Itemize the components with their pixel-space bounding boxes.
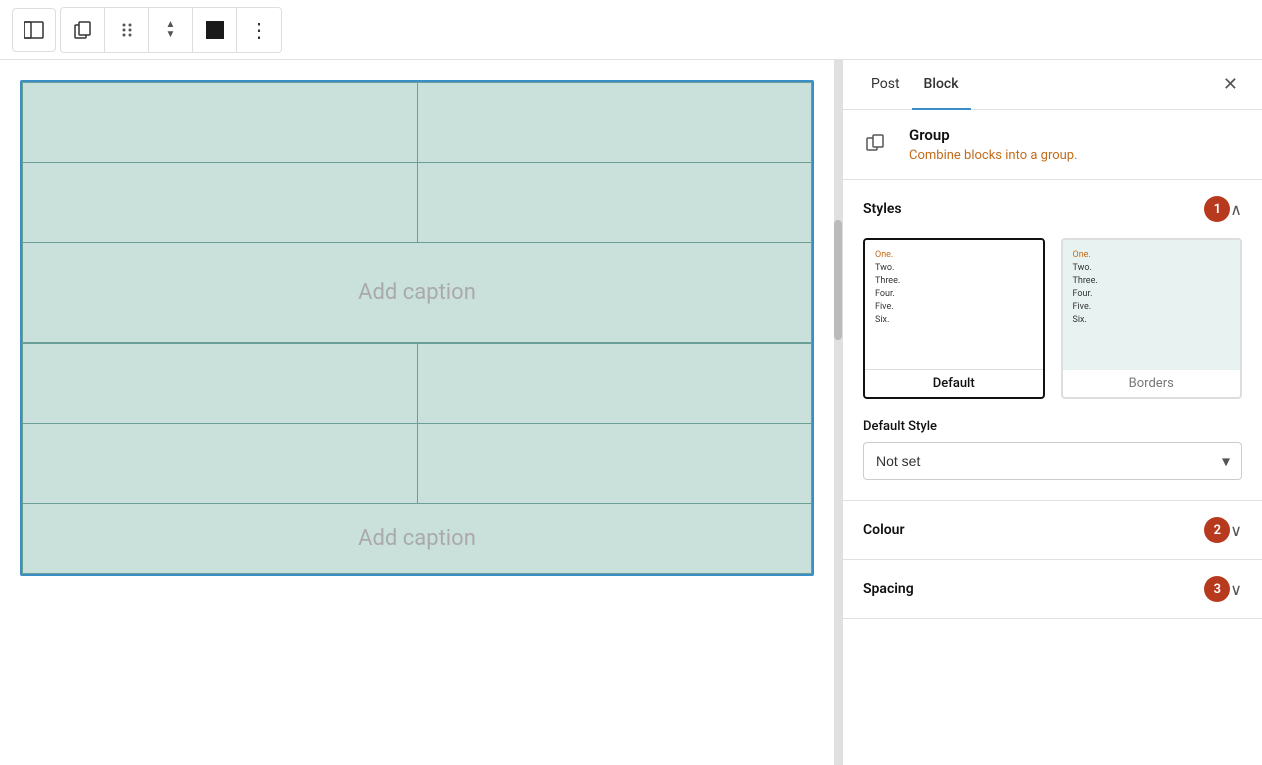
preview-item-b1: One. [1073, 250, 1231, 260]
table-cell[interactable] [23, 163, 418, 243]
preview-item-b6: Six. [1073, 315, 1231, 325]
preview-item-1: One. [875, 250, 1033, 260]
table-row [23, 163, 812, 243]
main-area: Add caption [0, 60, 1262, 765]
spacing-chevron-icon: ∨ [1230, 580, 1242, 599]
block-color-button[interactable] [193, 8, 237, 52]
table-row [23, 424, 812, 504]
more-options-button[interactable]: ⋮ [237, 8, 281, 52]
group-icon [863, 128, 895, 160]
duplicate-button[interactable] [61, 8, 105, 52]
table-row [23, 344, 812, 424]
styles-section-body: One. Two. Three. Four. Five. Six. Defaul… [843, 238, 1262, 500]
tab-block[interactable]: Block [912, 60, 971, 110]
caption-cell-bottom[interactable]: Add caption [23, 504, 812, 574]
preview-item-b4: Four. [1073, 289, 1231, 299]
style-card-borders[interactable]: One. Two. Three. Four. Five. Six. Border… [1061, 238, 1243, 399]
color-swatch-icon [206, 21, 224, 39]
colour-section-header[interactable]: Colour 2 ∨ [843, 501, 1262, 559]
table-cell[interactable] [417, 163, 812, 243]
style-cards-container: One. Two. Three. Four. Five. Six. Defaul… [863, 238, 1242, 399]
toggle-sidebar-button[interactable] [12, 8, 56, 52]
right-panel: Post Block ✕ Group Combine blocks into a… [842, 60, 1262, 765]
up-arrow-icon: ▲ [166, 20, 176, 30]
scrollbar-thumb[interactable] [834, 220, 842, 340]
default-style-select[interactable]: Not set Default Borders [863, 442, 1242, 480]
table-cell[interactable] [417, 344, 812, 424]
block-description: Combine blocks into a group. [909, 148, 1078, 163]
close-icon: ✕ [1223, 74, 1238, 95]
style-card-default-label: Default [865, 370, 1043, 397]
panel-close-button[interactable]: ✕ [1215, 66, 1246, 103]
caption-row-top: Add caption [23, 243, 812, 343]
preview-item-b5: Five. [1073, 302, 1231, 312]
move-up-down-button[interactable]: ▲ ▼ [149, 8, 193, 52]
styles-chevron-icon: ∧ [1230, 200, 1242, 219]
table-cell[interactable] [23, 424, 418, 504]
table-cell[interactable] [23, 83, 418, 163]
caption-placeholder-top: Add caption [358, 280, 476, 305]
spacing-section: Spacing 3 ∨ [843, 560, 1262, 619]
styles-section-header[interactable]: Styles 1 ∧ [843, 180, 1262, 238]
table-block-top: Add caption [22, 82, 812, 343]
default-style-select-wrapper: Not set Default Borders [863, 442, 1242, 480]
style-card-borders-preview: One. Two. Three. Four. Five. Six. [1063, 240, 1241, 370]
spacing-badge: 3 [1204, 576, 1230, 602]
block-wrapper: Add caption [20, 80, 814, 576]
preview-item-b2: Two. [1073, 263, 1231, 273]
panel-tabs: Post Block ✕ [843, 60, 1262, 110]
caption-cell-top[interactable]: Add caption [23, 243, 812, 343]
preview-item-2: Two. [875, 263, 1033, 273]
default-style-label: Default Style [863, 419, 1242, 434]
caption-row-bottom: Add caption [23, 504, 812, 574]
style-card-default[interactable]: One. Two. Three. Four. Five. Six. Defaul… [863, 238, 1045, 399]
block-info: Group Combine blocks into a group. [909, 126, 1078, 163]
styles-section-title: Styles [863, 201, 1196, 217]
style-card-borders-label: Borders [1063, 370, 1241, 397]
table-row [23, 83, 812, 163]
spacing-section-header[interactable]: Spacing 3 ∨ [843, 560, 1262, 618]
tab-post-label: Post [871, 76, 900, 92]
colour-chevron-icon: ∨ [1230, 521, 1242, 540]
block-name: Group [909, 126, 1078, 144]
caption-placeholder-bottom: Add caption [358, 526, 476, 551]
tab-block-label: Block [924, 76, 959, 92]
preview-item-5: Five. [875, 302, 1033, 312]
toolbar: ▲ ▼ ⋮ [0, 0, 1262, 60]
styles-badge: 1 [1204, 196, 1230, 222]
colour-section: Colour 2 ∨ [843, 501, 1262, 560]
spacing-section-title: Spacing [863, 581, 1196, 597]
table-cell[interactable] [417, 424, 812, 504]
block-header: Group Combine blocks into a group. [843, 110, 1262, 180]
table-cell[interactable] [23, 344, 418, 424]
colour-section-title: Colour [863, 522, 1196, 538]
style-card-default-preview: One. Two. Three. Four. Five. Six. [865, 240, 1043, 370]
scrollbar-track[interactable] [834, 60, 842, 765]
preview-item-6: Six. [875, 315, 1033, 325]
colour-badge: 2 [1204, 517, 1230, 543]
block-controls: ▲ ▼ ⋮ [60, 7, 282, 53]
table-block-bottom: Add caption [22, 343, 812, 574]
table-cell[interactable] [417, 83, 812, 163]
drag-handle[interactable] [105, 8, 149, 52]
preview-item-4: Four. [875, 289, 1033, 299]
styles-section: Styles 1 ∧ One. Two. Three. Four. Five. [843, 180, 1262, 501]
tab-post[interactable]: Post [859, 60, 912, 110]
down-arrow-icon: ▼ [166, 30, 176, 40]
preview-item-3: Three. [875, 276, 1033, 286]
preview-item-b3: Three. [1073, 276, 1231, 286]
editor-area: Add caption [0, 60, 834, 765]
